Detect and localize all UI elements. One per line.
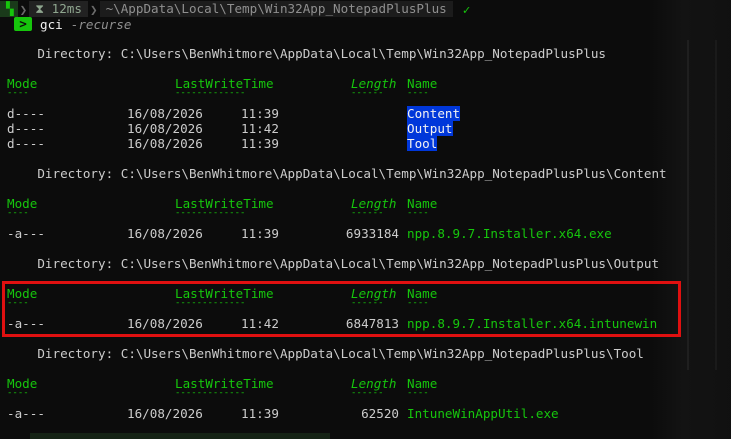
red-highlight-box	[2, 281, 681, 337]
header-underline: -------------	[175, 388, 246, 398]
command-argument: -recurse	[70, 16, 132, 32]
timer-icon: ⧗ 12ms	[29, 1, 88, 17]
header-underline: ----	[407, 208, 429, 218]
directory-heading: Directory: C:\Users\BenWhitmore\AppData\…	[7, 346, 644, 361]
header-underline: -------------	[175, 88, 246, 98]
file-name[interactable]: npp.8.9.7.Installer.x64.exe	[407, 226, 612, 241]
row-time: 11:39	[241, 106, 279, 121]
prompt-chevron-icon: >	[14, 17, 32, 31]
command-line[interactable]: > gci -recurse	[14, 16, 131, 32]
check-icon: ✓	[462, 1, 471, 17]
prompt-duration: 12ms	[51, 1, 82, 16]
directory-heading: Directory: C:\Users\BenWhitmore\AppData\…	[7, 46, 606, 61]
row-time: 11:39	[241, 226, 279, 241]
header-underline: -------------	[175, 208, 246, 218]
header-underline: ----	[407, 88, 429, 98]
header-underline: ----	[7, 208, 29, 218]
row-mode: -a---	[7, 226, 45, 241]
header-underline: ----	[7, 388, 29, 398]
file-name[interactable]: IntuneWinAppUtil.exe	[407, 406, 559, 421]
windows-icon: ▚	[0, 1, 18, 17]
prompt-path: ~\AppData\Local\Temp\Win32App_NotepadPlu…	[99, 1, 453, 17]
directory-heading: Directory: C:\Users\BenWhitmore\AppData\…	[7, 256, 660, 271]
row-mode: d----	[7, 106, 45, 121]
header-underline: ------	[351, 88, 384, 98]
header-underline: ------	[351, 388, 384, 398]
row-time: 11:42	[241, 121, 279, 136]
row-mode: -a---	[7, 406, 45, 421]
folder-name[interactable]: Output	[407, 121, 453, 136]
header-underline: ----	[407, 388, 429, 398]
row-date: 16/08/2026	[127, 136, 203, 151]
row-length: 62520	[361, 406, 399, 421]
header-underline: ----	[7, 88, 29, 98]
folder-name[interactable]: Tool	[407, 136, 438, 151]
header-underline: ------	[351, 208, 384, 218]
row-date: 16/08/2026	[127, 406, 203, 421]
folder-name[interactable]: Content	[407, 106, 461, 121]
row-time: 11:39	[241, 136, 279, 151]
row-time: 11:39	[241, 406, 279, 421]
row-date: 16/08/2026	[127, 226, 203, 241]
row-date: 16/08/2026	[127, 106, 203, 121]
row-length: 6933184	[345, 226, 399, 241]
row-mode: d----	[7, 136, 45, 151]
row-date: 16/08/2026	[127, 121, 203, 136]
row-mode: d----	[7, 121, 45, 136]
directory-heading: Directory: C:\Users\BenWhitmore\AppData\…	[7, 166, 667, 181]
chevron-right-icon: ❯	[89, 1, 98, 17]
background-decoration-column	[687, 40, 717, 370]
command-text: gci	[40, 16, 63, 32]
chevron-right-icon: ❯	[19, 1, 28, 17]
next-prompt-bar	[30, 433, 330, 439]
